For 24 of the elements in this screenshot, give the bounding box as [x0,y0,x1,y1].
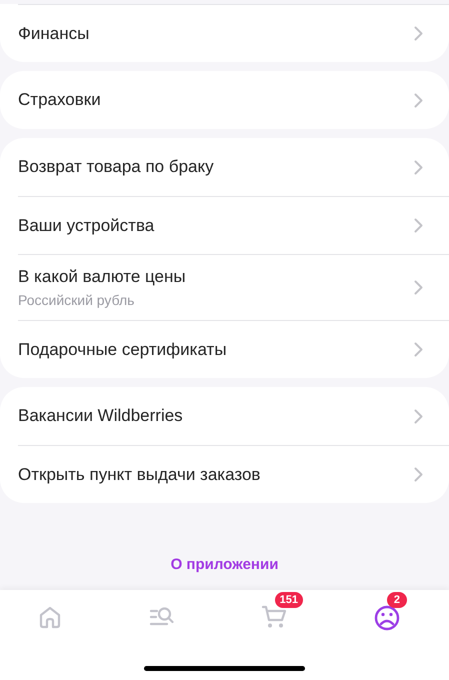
chevron-right-icon [414,342,423,357]
chevron-right-icon [414,92,423,108]
chevron-right-icon [414,408,423,424]
menu-item-subtitle: Российский рубль [18,292,136,308]
chevron-right-icon [414,218,423,233]
chevron-right-icon [414,467,423,482]
profile-icon [372,604,401,632]
chevron-right-icon [414,160,423,174]
menu-item-label[interactable]: В какой валюте цены [18,267,186,287]
menu-item-label[interactable]: Открыть пункт выдачи заказов [18,464,260,484]
menu-item-label[interactable]: Возврат товара по браку [18,157,214,177]
menu-item-label[interactable]: Страховки [18,90,101,110]
menu-item-label[interactable]: Ваши устройства [18,216,154,236]
chevron-right-icon [414,280,423,295]
menu-item-label[interactable]: Вакансии Wildberries [18,406,183,426]
cart-icon [260,604,289,630]
about-app-link[interactable]: О приложении [170,556,278,573]
chevron-right-icon [414,26,423,41]
count-badge: 2 [386,592,407,608]
cart-tab[interactable]: 151 [244,592,317,634]
profile-tab[interactable]: 2 [356,592,429,636]
menu-item-label[interactable]: Подарочные сертификаты [18,340,227,360]
menu-item-label[interactable]: Финансы [18,24,90,44]
count-badge: 151 [274,592,303,608]
